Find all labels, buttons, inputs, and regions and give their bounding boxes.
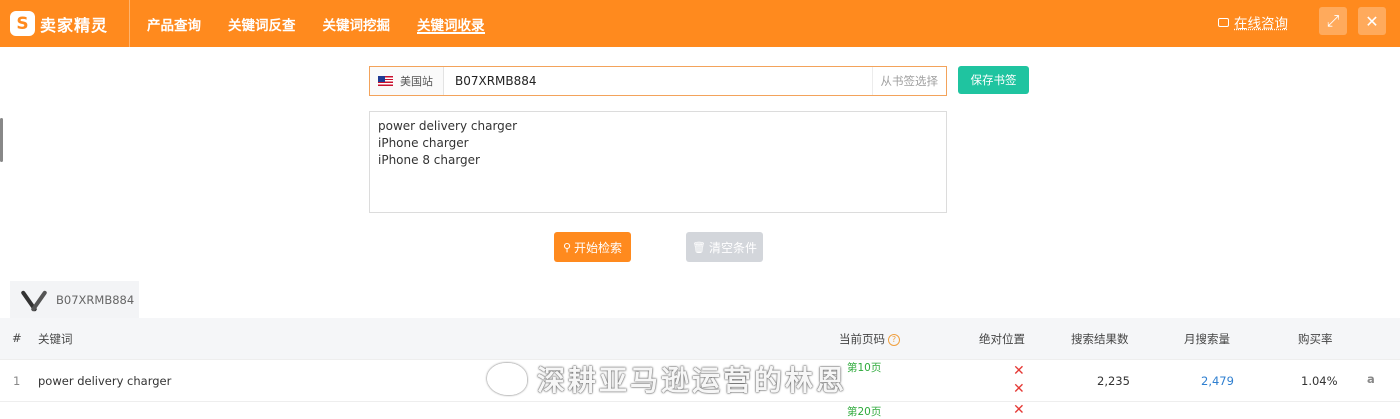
watermark-text: 深耕亚马逊运营的林恩 xyxy=(537,364,848,397)
table-row: 第20页 ✕ xyxy=(0,402,1400,418)
col-search-results[interactable]: 搜索结果数 xyxy=(1071,331,1129,347)
row-monthly-search[interactable]: 2,479 xyxy=(1201,374,1234,388)
row-page-ranks: 第10页 xyxy=(847,362,881,375)
amazon-icon[interactable]: a xyxy=(1367,372,1375,386)
left-edge-handle[interactable] xyxy=(0,118,3,162)
close-button[interactable]: ✕ xyxy=(1358,7,1386,35)
col-absolute-position: 绝对位置 xyxy=(979,332,1025,346)
clear-conditions-label: 清空条件 xyxy=(708,240,757,255)
product-thumbnail xyxy=(22,287,48,313)
weibo-watermark: 深耕亚马逊运营的林恩 xyxy=(487,359,847,399)
table-header: # 关键词 当前页码? 绝对位置 搜索结果数 月搜索量 购买率 xyxy=(0,318,1400,359)
col-index: # xyxy=(12,331,22,345)
keyword-line: iPhone 8 charger xyxy=(378,153,480,167)
save-bookmark-button[interactable]: 保存书签 xyxy=(958,66,1029,94)
col-keyword: 关键词 xyxy=(38,332,73,346)
product-tab-asin: B07XRMB884 xyxy=(56,292,135,307)
nav-keyword-indexing[interactable]: 关键词收录 xyxy=(417,0,485,47)
keyword-line: power delivery charger xyxy=(378,119,518,133)
top-header: S 卖家精灵 产品查询 关键词反查 关键词挖掘 关键词收录 在线咨询 ⤢ ✕ xyxy=(0,0,1400,47)
trash-icon: 🗑 xyxy=(692,240,706,254)
position-x-icon: ✕ xyxy=(1013,402,1025,418)
row-keyword: power delivery charger xyxy=(38,374,172,388)
col-current-page-label: 当前页码 xyxy=(839,332,885,346)
product-tab[interactable]: B07XRMB884 xyxy=(10,281,139,318)
row-index: 1 xyxy=(13,374,21,388)
asin-input[interactable] xyxy=(444,67,872,95)
keywords-textarea[interactable]: power delivery charger iPhone charger iP… xyxy=(369,111,947,213)
expand-icon: ⤢ xyxy=(1326,11,1340,30)
col-purchase-rate[interactable]: 购买率 xyxy=(1298,331,1333,347)
position-x-icon: ✕ xyxy=(1013,381,1025,397)
nav-product-query[interactable]: 产品查询 xyxy=(147,0,201,47)
marketplace-select[interactable]: 美国站 xyxy=(370,67,444,95)
start-search-label: 开始检索 xyxy=(574,240,623,255)
col-current-page: 当前页码? xyxy=(839,331,900,347)
close-icon: ✕ xyxy=(1365,11,1379,31)
weibo-logo-icon xyxy=(487,363,527,395)
main-nav: 产品查询 关键词反查 关键词挖掘 关键词收录 xyxy=(147,0,512,47)
col-monthly-search[interactable]: 月搜索量 xyxy=(1184,331,1230,347)
app-logo[interactable]: S 卖家精灵 xyxy=(0,0,130,47)
online-consult-label: 在线咨询 xyxy=(1234,16,1288,32)
marketplace-label: 美国站 xyxy=(400,75,433,88)
help-icon[interactable]: ? xyxy=(888,333,900,346)
page-rank-1[interactable]: 第10页 xyxy=(847,362,881,375)
us-flag-icon xyxy=(378,76,393,86)
row-search-results: 2,235 xyxy=(1097,374,1130,388)
online-consult-link[interactable]: 在线咨询 xyxy=(1218,12,1288,32)
asin-search-bar: 美国站 从书签选择 xyxy=(369,66,947,96)
keyword-line: iPhone charger xyxy=(378,136,469,150)
nav-keyword-reverse[interactable]: 关键词反查 xyxy=(228,0,296,47)
logo-s-icon: S xyxy=(10,11,35,36)
expand-button[interactable]: ⤢ xyxy=(1319,7,1347,35)
position-x-icon: ✕ xyxy=(1013,363,1025,379)
bookmark-select[interactable]: 从书签选择 xyxy=(871,67,947,95)
row-purchase-rate: 1.04% xyxy=(1301,374,1338,388)
search-icon: ⚲ xyxy=(562,240,572,254)
clear-conditions-button[interactable]: 🗑 清空条件 xyxy=(686,232,763,262)
nav-keyword-mining[interactable]: 关键词挖掘 xyxy=(323,0,391,47)
logo-text: 卖家精灵 xyxy=(40,15,109,35)
chat-icon xyxy=(1218,17,1229,27)
start-search-button[interactable]: ⚲ 开始检索 xyxy=(554,232,631,262)
